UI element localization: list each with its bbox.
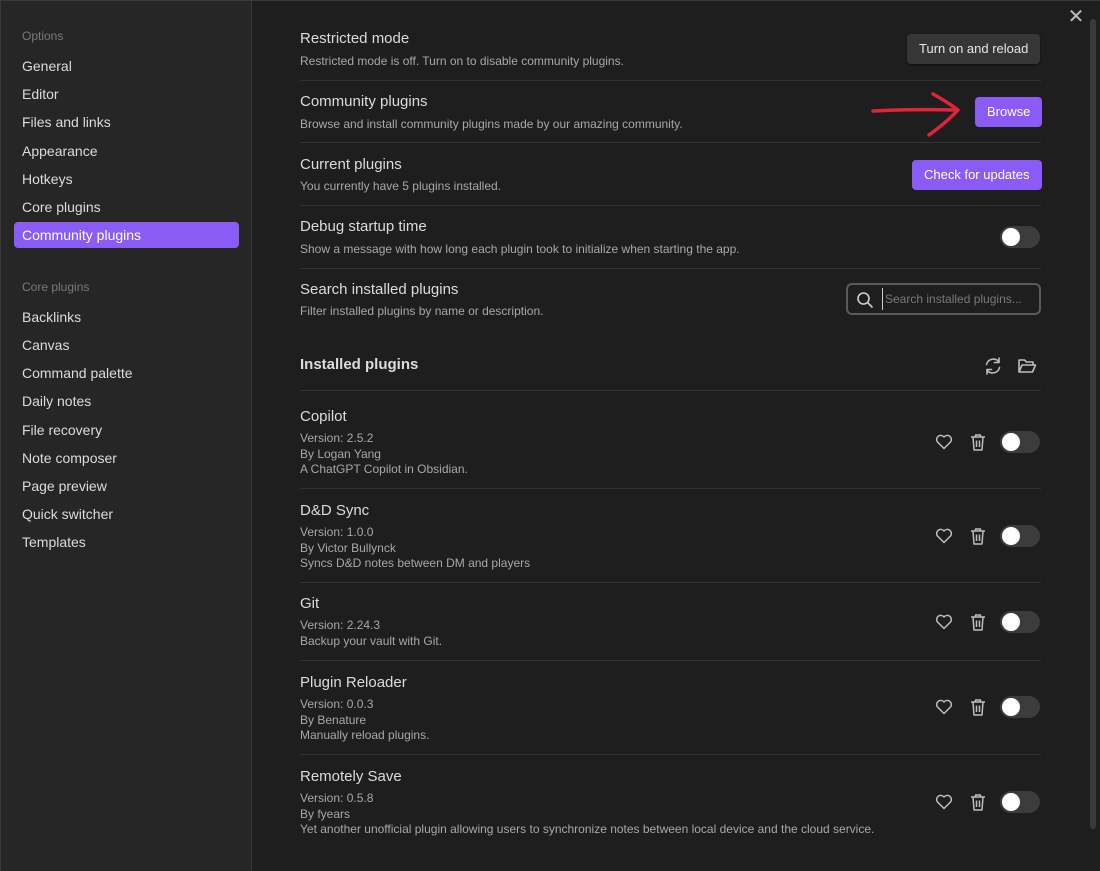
sidebar-item-page-preview[interactable]: Page preview — [14, 473, 239, 499]
open-plugins-folder-icon[interactable] — [1016, 355, 1038, 377]
sidebar-item-backlinks[interactable]: Backlinks — [14, 304, 239, 330]
sidebar-item-community-plugins[interactable]: Community plugins — [14, 222, 239, 248]
plugin-description: A ChatGPT Copilot in Obsidian. — [300, 462, 468, 476]
sidebar-item-quick-switcher[interactable]: Quick switcher — [14, 501, 239, 527]
plugin-author: By Victor Bullynck — [300, 541, 396, 555]
plugin-row-copilot: Copilot Version: 2.5.2 By Logan Yang A C… — [300, 399, 1041, 489]
divider — [300, 390, 1041, 391]
sidebar-item-command-palette[interactable]: Command palette — [14, 360, 239, 386]
plugin-author: By fyears — [300, 807, 351, 821]
toggle-knob — [1002, 228, 1020, 246]
heart-icon[interactable] — [934, 697, 954, 717]
heart-icon[interactable] — [934, 792, 954, 812]
plugin-version: Version: 1.0.0 — [300, 525, 374, 539]
plugin-description: Syncs D&D notes between DM and players — [300, 556, 531, 570]
sidebar-item-editor[interactable]: Editor — [14, 81, 239, 107]
sidebar-header-core-plugins: Core plugins — [22, 280, 90, 294]
check-for-updates-button[interactable]: Check for updates — [912, 160, 1042, 190]
plugin-enable-toggle[interactable] — [1000, 525, 1040, 547]
setting-name: Community plugins — [300, 93, 428, 110]
plugin-description: Yet another unofficial plugin allowing u… — [300, 822, 875, 836]
setting-description: Browse and install community plugins mad… — [300, 117, 683, 131]
plugin-version: Version: 0.0.3 — [300, 697, 374, 711]
trash-icon[interactable] — [969, 792, 987, 812]
sidebar-item-daily-notes[interactable]: Daily notes — [14, 388, 239, 414]
settings-window: Options General Editor Files and links A… — [0, 0, 1100, 871]
plugin-description: Manually reload plugins. — [300, 728, 430, 742]
sidebar-item-templates[interactable]: Templates — [14, 529, 239, 555]
plugin-enable-toggle[interactable] — [1000, 696, 1040, 718]
sidebar-item-canvas[interactable]: Canvas — [14, 332, 239, 358]
setting-name: Search installed plugins — [300, 281, 459, 298]
annotation-arrow-icon — [871, 92, 960, 137]
plugin-name: D&D Sync — [300, 502, 370, 519]
setting-name: Restricted mode — [300, 30, 410, 47]
plugin-name: Plugin Reloader — [300, 674, 407, 691]
setting-name: Debug startup time — [300, 218, 427, 235]
toggle-knob — [1002, 527, 1020, 545]
plugin-author: By Benature — [300, 713, 367, 727]
plugin-row-plugin-reloader: Plugin Reloader Version: 0.0.3 By Benatu… — [300, 665, 1041, 755]
trash-icon[interactable] — [969, 612, 987, 632]
heart-icon[interactable] — [934, 526, 954, 546]
search-input[interactable] — [882, 288, 1036, 310]
plugin-version: Version: 2.24.3 — [300, 618, 381, 632]
setting-description: Show a message with how long each plugin… — [300, 242, 740, 256]
plugin-enable-toggle[interactable] — [1000, 791, 1040, 813]
sidebar-item-core-plugins[interactable]: Core plugins — [14, 194, 239, 220]
trash-icon[interactable] — [969, 526, 987, 546]
toggle-knob — [1002, 613, 1020, 631]
debug-startup-toggle[interactable] — [1000, 226, 1040, 248]
setting-description: Restricted mode is off. Turn on to disab… — [300, 54, 624, 68]
search-icon — [857, 292, 873, 308]
toggle-knob — [1002, 433, 1020, 451]
close-icon[interactable]: ✕ — [1065, 6, 1087, 28]
plugin-enable-toggle[interactable] — [1000, 431, 1040, 453]
settings-sidebar: Options General Editor Files and links A… — [1, 1, 252, 871]
reload-plugins-icon[interactable] — [982, 355, 1004, 377]
plugin-row-git: Git Version: 2.24.3 Backup your vault wi… — [300, 586, 1041, 661]
setting-debug-startup-time: Debug startup time Show a message with h… — [300, 215, 1041, 269]
plugin-row-dnd-sync: D&D Sync Version: 1.0.0 By Victor Bullyn… — [300, 493, 1041, 583]
sidebar-item-files-and-links[interactable]: Files and links — [14, 109, 239, 135]
toggle-knob — [1002, 793, 1020, 811]
browse-button[interactable]: Browse — [975, 97, 1043, 127]
sidebar-header-options: Options — [22, 29, 64, 43]
installed-plugins-heading: Installed plugins — [300, 356, 419, 373]
setting-description: You currently have 5 plugins installed. — [300, 179, 502, 193]
trash-icon[interactable] — [969, 697, 987, 717]
sidebar-item-file-recovery[interactable]: File recovery — [14, 417, 239, 443]
setting-name: Current plugins — [300, 156, 402, 173]
plugin-version: Version: 2.5.2 — [300, 431, 374, 445]
heart-icon[interactable] — [934, 432, 954, 452]
plugin-enable-toggle[interactable] — [1000, 611, 1040, 633]
scrollbar[interactable] — [1090, 19, 1096, 829]
plugin-name: Git — [300, 595, 320, 612]
plugin-name: Remotely Save — [300, 768, 402, 785]
sidebar-item-hotkeys[interactable]: Hotkeys — [14, 166, 239, 192]
plugin-author: By Logan Yang — [300, 447, 381, 461]
trash-icon[interactable] — [969, 432, 987, 452]
plugin-name: Copilot — [300, 408, 347, 425]
sidebar-item-general[interactable]: General — [14, 53, 239, 79]
search-field[interactable] — [846, 283, 1041, 315]
toggle-knob — [1002, 698, 1020, 716]
plugin-version: Version: 0.5.8 — [300, 791, 374, 805]
plugin-description: Backup your vault with Git. — [300, 634, 443, 648]
turn-on-and-reload-button[interactable]: Turn on and reload — [907, 34, 1041, 64]
heart-icon[interactable] — [934, 612, 954, 632]
sidebar-item-appearance[interactable]: Appearance — [14, 138, 239, 164]
plugin-row-remotely-save: Remotely Save Version: 0.5.8 By fyears Y… — [300, 759, 1041, 849]
sidebar-item-note-composer[interactable]: Note composer — [14, 445, 239, 471]
setting-description: Filter installed plugins by name or desc… — [300, 304, 544, 318]
